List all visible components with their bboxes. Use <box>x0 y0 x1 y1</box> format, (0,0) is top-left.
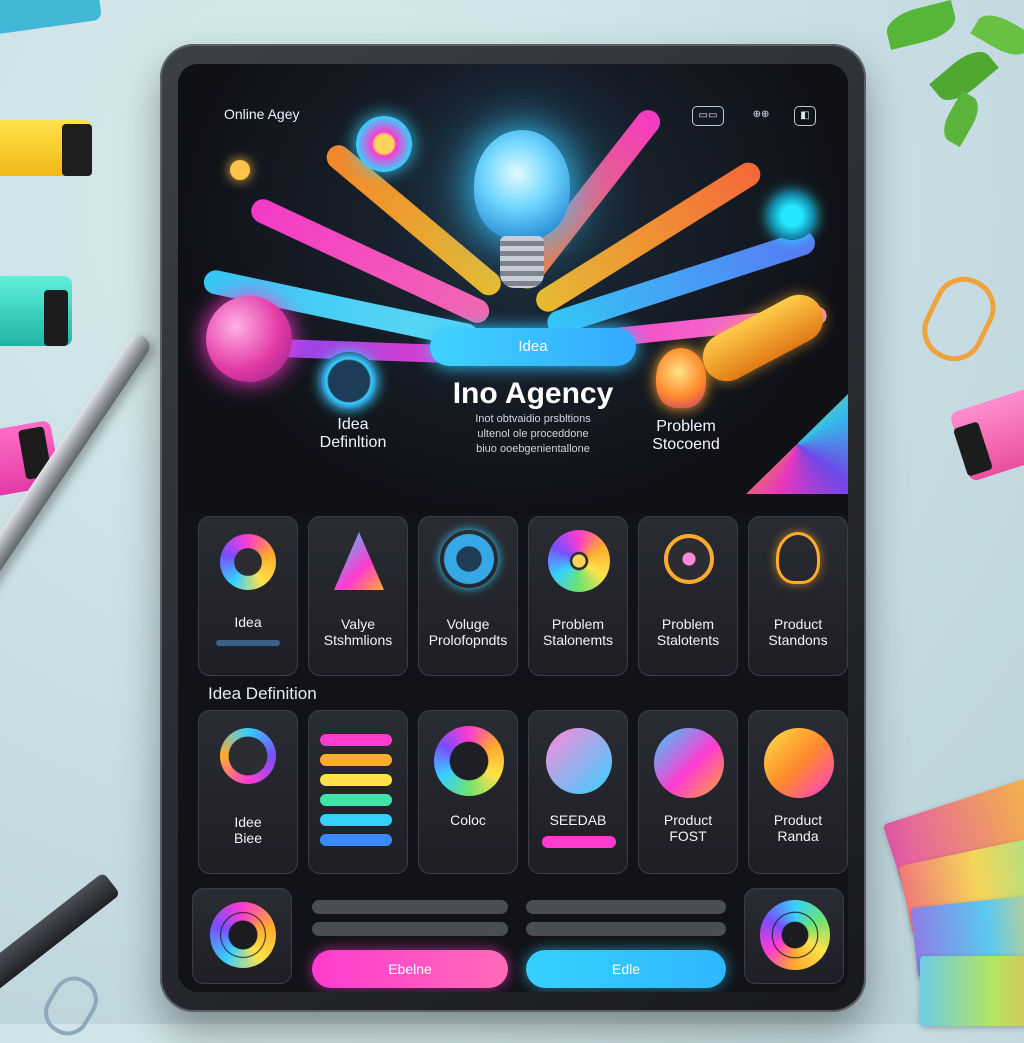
topbar-button-1[interactable]: ▭▭ <box>692 106 724 126</box>
detail-card-product-randa[interactable]: Product Randa <box>748 710 848 874</box>
card-label: Voluge Prolofopndts <box>428 616 508 648</box>
footer-ring-right[interactable] <box>744 888 844 984</box>
orb-gold <box>230 160 250 180</box>
card-progress <box>542 836 616 848</box>
detail-card-seedab[interactable]: SEEDAB <box>528 710 628 874</box>
gear-icon <box>440 530 498 588</box>
section-title: Idea Definition <box>208 684 317 703</box>
card-label: Coloc <box>450 812 486 828</box>
footer-ring-left[interactable] <box>192 888 292 984</box>
card-label: Problem Stalotents <box>656 616 720 648</box>
hero-title: Ino Agency <box>452 377 614 410</box>
list-bar-orange <box>320 754 392 766</box>
slider-left-2[interactable] <box>312 922 508 936</box>
card-label: Problem Stalonemts <box>542 616 614 648</box>
marker-teal-top <box>0 0 103 37</box>
gradient-sphere-icon <box>764 728 834 798</box>
slider-right-2[interactable] <box>526 922 726 936</box>
idea-pill-button[interactable]: Idea <box>430 328 636 366</box>
card-label: Valye Stshmlions <box>323 616 393 648</box>
idea-definition-label: Idea Definltion <box>319 416 387 451</box>
bug-icon <box>664 534 714 584</box>
topbar-button-2[interactable]: ⊕⊕ <box>744 106 778 124</box>
feature-card-problem-2[interactable]: Problem Stalotents <box>638 516 738 676</box>
detail-card-color[interactable]: Coloc <box>418 710 518 874</box>
card-label: Idea <box>234 614 262 630</box>
topbar-button-3[interactable]: ◧ <box>794 106 816 126</box>
card-label: SEEDAB <box>549 812 607 828</box>
triangle-icon <box>334 532 384 590</box>
slider-right-1[interactable] <box>526 900 726 914</box>
gradient-sphere-icon <box>546 728 612 794</box>
ring-icon <box>210 902 276 968</box>
feature-card-value[interactable]: Valye Stshmlions <box>308 516 408 676</box>
list-bar-cyan <box>320 814 392 826</box>
hero-description: Inot obtvaidio prsbltions ultenol ole pr… <box>475 413 591 455</box>
problem-statement-bulb-icon[interactable] <box>656 348 706 408</box>
color-wheel-icon <box>434 726 504 796</box>
gradient-sphere-icon <box>654 728 724 798</box>
orange-tube <box>694 286 832 390</box>
color-swatch-fan <box>882 760 1024 1030</box>
gradient-cubes <box>746 394 848 494</box>
flower-icon <box>548 530 610 592</box>
idea-definition-icon[interactable] <box>320 352 378 410</box>
plant-leaf <box>882 0 1024 150</box>
hero-banner: Online Agey ▭▭ ⊕⊕ ◧ Idea Ino Agency Inot… <box>178 64 848 514</box>
paperclip-bottom <box>36 968 106 1043</box>
lightbulb-outline-icon <box>776 532 820 584</box>
card-label: Product Standons <box>768 616 828 648</box>
feature-card-problem-1[interactable]: Problem Stalonemts <box>528 516 628 676</box>
card-label: Product Randa <box>773 812 823 844</box>
orb-cyan <box>356 116 412 172</box>
feature-card-idea[interactable]: Idea <box>198 516 298 676</box>
marker-yellow-cap <box>62 124 92 176</box>
feature-card-product[interactable]: Product Standons <box>748 516 848 676</box>
detail-card-list[interactable] <box>308 710 408 874</box>
primary-button-right[interactable]: Edle <box>526 950 726 988</box>
donut-icon <box>220 534 276 590</box>
orb-teal-right <box>768 192 816 240</box>
detail-card-1[interactable]: Idee Biee <box>198 710 298 874</box>
list-bar-green <box>320 794 392 806</box>
card-label: Product FOST <box>663 812 713 844</box>
card-label: Idee Biee <box>233 814 263 846</box>
ring-icon <box>220 728 276 784</box>
marker-teal-cap <box>44 290 68 346</box>
app-screen: Online Agey ▭▭ ⊕⊕ ◧ Idea Ino Agency Inot… <box>178 64 848 992</box>
lightbulb-base <box>500 236 544 288</box>
list-bar-blue <box>320 834 392 846</box>
brand-name: Online Agey <box>224 106 300 122</box>
card-progress <box>216 640 280 646</box>
ring-icon <box>760 900 830 970</box>
tablet-frame: Online Agey ▭▭ ⊕⊕ ◧ Idea Ino Agency Inot… <box>160 44 866 1012</box>
list-bar-yellow <box>320 774 392 786</box>
problem-statement-label: Problem Stocoend <box>652 418 720 453</box>
list-bar-pink <box>320 734 392 746</box>
slider-left-1[interactable] <box>312 900 508 914</box>
feature-card-voluge[interactable]: Voluge Prolofopndts <box>418 516 518 676</box>
primary-button-left[interactable]: Ebelne <box>312 950 508 988</box>
orb-pink <box>206 296 292 382</box>
paperclip <box>912 266 1006 372</box>
lightbulb-icon <box>474 130 570 240</box>
detail-card-product-fost[interactable]: Product FOST <box>638 710 738 874</box>
